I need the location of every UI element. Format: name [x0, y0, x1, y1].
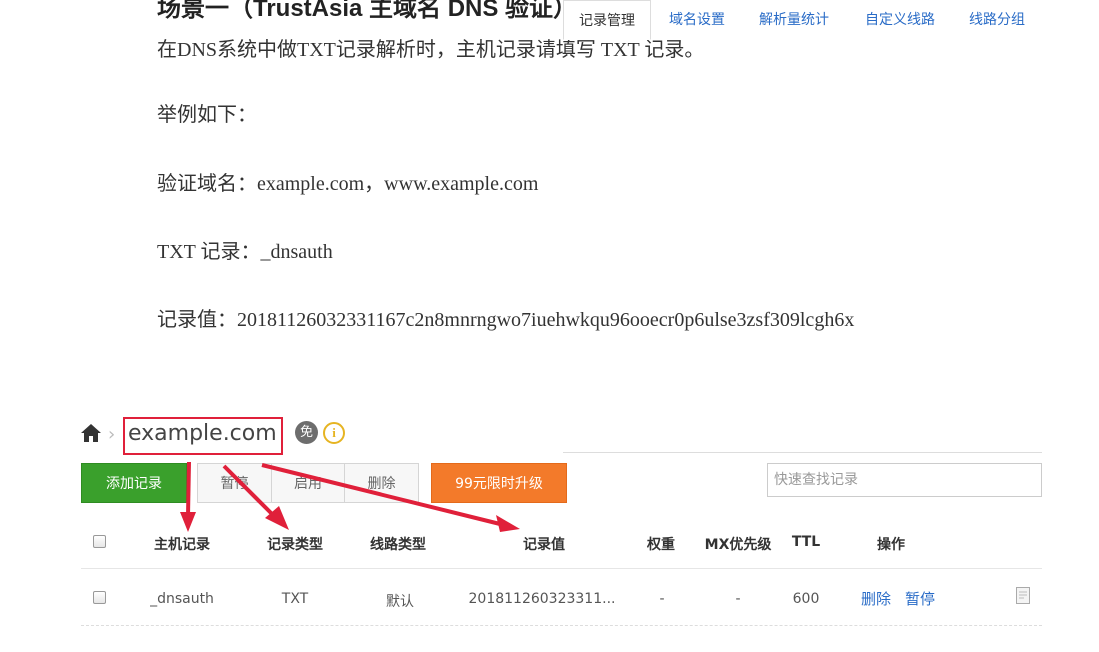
breadcrumb-chevron-icon: › [108, 424, 116, 445]
pause-button[interactable]: 暂停 [197, 463, 272, 503]
search-input[interactable] [767, 463, 1042, 497]
column-mx: MX优先级 [704, 537, 772, 553]
row-line: 默认 [386, 594, 414, 610]
info-icon[interactable]: i [323, 422, 345, 444]
row-type: TXT [281, 591, 309, 607]
enable-button[interactable]: 启用 [271, 463, 345, 503]
select-all-checkbox[interactable] [93, 535, 106, 548]
domain-name: example.com [128, 421, 277, 446]
tab-line-groups[interactable]: 线路分组 [955, 0, 1039, 40]
tab-query-stats[interactable]: 解析量统计 [745, 0, 843, 40]
delete-button[interactable]: 删除 [344, 463, 419, 503]
row-value[interactable]: 201811260323311... [469, 591, 616, 607]
column-ttl: TTL [791, 534, 821, 550]
arrowhead-host [180, 512, 196, 532]
tab-divider [563, 452, 1042, 453]
arrow-to-host [186, 461, 191, 517]
column-host: 主机记录 [154, 537, 210, 553]
arrowhead-value [496, 515, 520, 532]
upgrade-button[interactable]: 99元限时升级 [431, 463, 567, 503]
record-value-text: 记录值：20181126032331167c2n8mnrngwo7iuehwkq… [157, 309, 855, 331]
row-host: _dnsauth [150, 591, 214, 607]
row-weight: - [659, 591, 665, 607]
section-title: 场景一（TrustAsia 主域名 DNS 验证） [157, 0, 578, 22]
home-icon[interactable] [80, 422, 102, 444]
txt-record-text: TXT 记录：_dnsauth [157, 241, 333, 263]
remark-icon[interactable] [1016, 587, 1030, 604]
column-line: 线路类型 [370, 537, 426, 553]
add-record-button[interactable]: 添加记录 [81, 463, 187, 503]
row-checkbox[interactable] [93, 591, 106, 604]
row-divider [81, 625, 1042, 626]
row-delete-link[interactable]: 删除 [861, 588, 891, 609]
column-type: 记录类型 [267, 537, 323, 553]
column-weight: 权重 [647, 537, 675, 553]
row-pause-link[interactable]: 暂停 [905, 588, 935, 609]
header-divider [81, 568, 1042, 569]
column-value: 记录值 [523, 537, 565, 553]
column-actions: 操作 [877, 537, 905, 553]
example-label: 举例如下： [157, 104, 257, 126]
arrowhead-type [265, 506, 289, 530]
tab-record-management[interactable]: 记录管理 [563, 0, 651, 40]
tab-domain-settings[interactable]: 域名设置 [655, 0, 739, 40]
free-badge-icon: 免 [295, 421, 318, 444]
row-ttl: 600 [792, 591, 820, 607]
row-mx: - [735, 591, 741, 607]
verify-domain-text: 验证域名：example.com，www.example.com [157, 173, 539, 195]
tab-custom-lines[interactable]: 自定义线路 [851, 0, 949, 40]
